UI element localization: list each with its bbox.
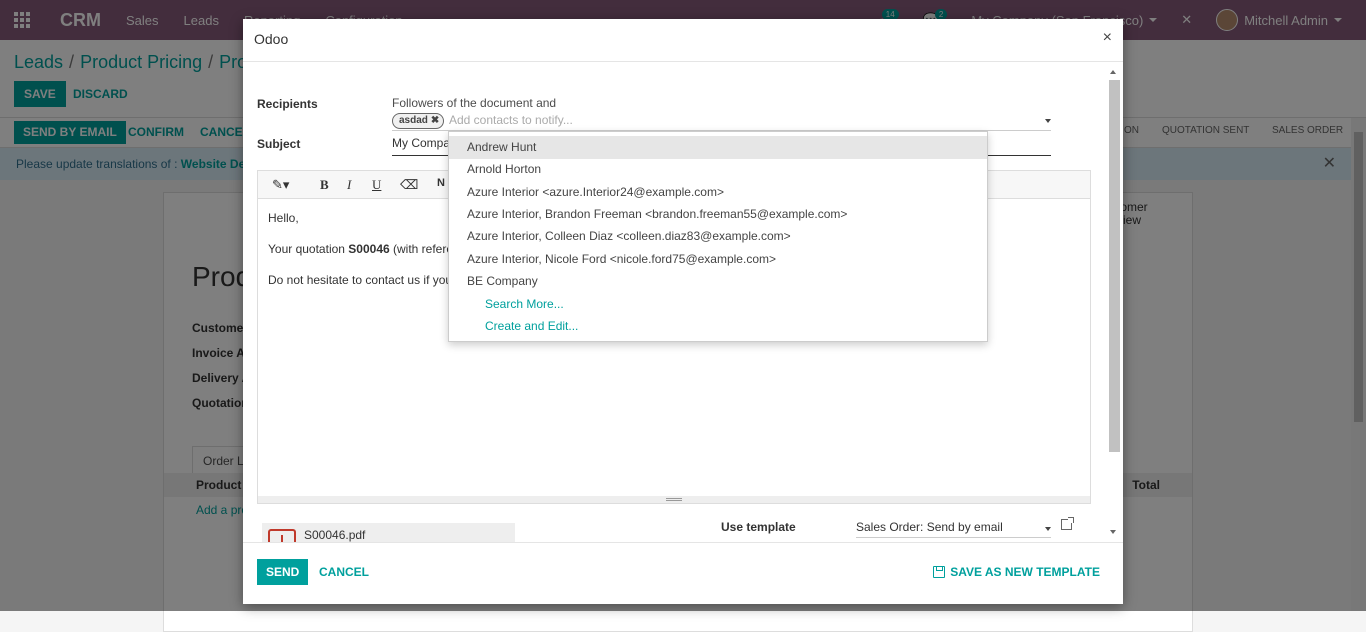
create-and-edit-option[interactable]: Create and Edit...: [449, 315, 987, 338]
recipient-tag[interactable]: asdad ✖: [392, 113, 445, 129]
body-line-greeting: Hello,: [268, 211, 299, 225]
template-select-value: Sales Order: Send by email: [856, 520, 1003, 534]
recipient-tag-label: asdad: [399, 115, 428, 126]
scroll-down-icon[interactable]: [1110, 530, 1116, 534]
scroll-up-icon[interactable]: [1110, 70, 1116, 74]
external-link-icon[interactable]: [1061, 517, 1074, 530]
search-more-option[interactable]: Search More...: [449, 293, 987, 316]
recipients-input[interactable]: asdad ✖ Add contacts to notify...: [392, 112, 1051, 131]
dropdown-option[interactable]: Azure Interior, Colleen Diaz <colleen.di…: [449, 225, 987, 248]
remove-tag-icon[interactable]: ✖: [431, 115, 439, 126]
chevron-down-icon[interactable]: [1045, 119, 1051, 123]
dropdown-option[interactable]: Azure Interior, Nicole Ford <nicole.ford…: [449, 248, 987, 271]
close-icon[interactable]: ×: [1103, 29, 1112, 47]
cancel-button[interactable]: CANCEL: [319, 559, 369, 585]
recipients-text: Followers of the document and: [392, 96, 557, 110]
editor-resize-handle[interactable]: [258, 496, 1090, 503]
pdf-file-icon: [268, 529, 296, 542]
dropdown-option[interactable]: BE Company: [449, 270, 987, 293]
modal-scrollbar[interactable]: [1108, 64, 1120, 540]
modal-title: Odoo: [254, 31, 289, 47]
chevron-down-icon[interactable]: [1045, 527, 1051, 531]
attachment-item[interactable]: S00046.pdf: [262, 523, 515, 542]
dropdown-option[interactable]: Arnold Horton: [449, 158, 987, 181]
bold-icon[interactable]: B: [320, 177, 329, 193]
underline-icon[interactable]: U: [372, 177, 381, 193]
dropdown-option[interactable]: Azure Interior <azure.Interior24@example…: [449, 181, 987, 204]
recipients-label: Recipients: [257, 97, 318, 111]
save-as-template-label: SAVE AS NEW TEMPLATE: [950, 565, 1100, 579]
eraser-icon[interactable]: ⌫: [400, 177, 418, 193]
font-size-icon[interactable]: N: [437, 177, 445, 189]
use-template-label: Use template: [721, 520, 796, 534]
save-as-template-button[interactable]: SAVE AS NEW TEMPLATE: [933, 559, 1100, 585]
dropdown-option[interactable]: Andrew Hunt: [449, 136, 987, 159]
template-select[interactable]: Sales Order: Send by email: [856, 520, 1051, 538]
dropdown-option[interactable]: Azure Interior, Brandon Freeman <brandon…: [449, 203, 987, 226]
body-line-contact: Do not hesitate to contact us if you: [268, 273, 453, 287]
italic-icon[interactable]: I: [347, 177, 351, 193]
modal-header: Odoo ×: [243, 19, 1123, 62]
save-icon: [933, 566, 946, 578]
scroll-thumb[interactable]: [1109, 80, 1120, 452]
recipients-placeholder[interactable]: Add contacts to notify...: [449, 113, 573, 127]
send-button[interactable]: SEND: [257, 559, 309, 585]
subject-label: Subject: [257, 137, 301, 151]
email-body-content[interactable]: Hello, Your quotation S00046 (with refer…: [268, 211, 453, 304]
body-line-quotation: Your quotation S00046 (with refere: [268, 242, 454, 256]
recipients-autocomplete: Andrew Hunt Arnold Horton Azure Interior…: [448, 131, 988, 342]
magic-wand-icon[interactable]: ✎▾: [272, 177, 289, 193]
attachment-name[interactable]: S00046.pdf: [304, 528, 365, 542]
modal-footer: SEND CANCEL SAVE AS NEW TEMPLATE: [243, 542, 1123, 604]
